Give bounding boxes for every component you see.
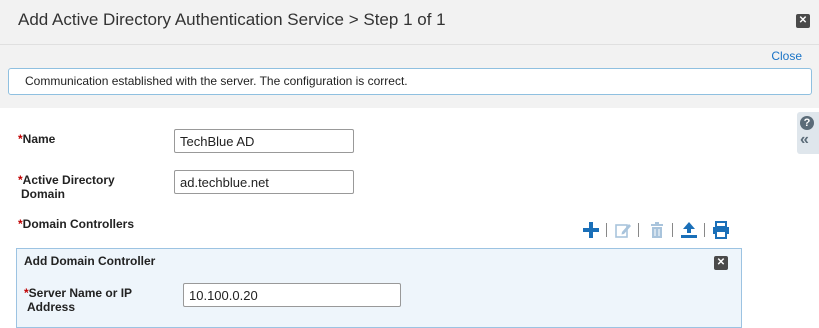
toolbar-separator <box>638 223 639 237</box>
domain-label-line1: Active Directory <box>22 173 115 187</box>
status-message-text: Communication established with the serve… <box>25 74 408 88</box>
message-area: Close Communication established with the… <box>0 45 819 108</box>
toolbar-separator <box>672 223 673 237</box>
status-message: Communication established with the serve… <box>8 68 812 95</box>
domain-controllers-label: *Domain Controllers <box>18 217 134 231</box>
server-label-line1: Server Name or IP <box>28 286 133 300</box>
side-help-tab: ? « <box>797 112 819 154</box>
toolbar-separator <box>606 223 607 237</box>
domain-label-line2: Domain <box>21 187 66 201</box>
upload-icon[interactable] <box>680 221 698 239</box>
add-domain-controller-panel: Add Domain Controller ✕ *Server Name or … <box>16 248 742 328</box>
collapse-icon[interactable]: « <box>800 132 816 149</box>
domain-label: *Active Directory Domain <box>18 173 115 201</box>
help-icon[interactable]: ? <box>800 116 814 130</box>
server-label: *Server Name or IP Address <box>24 286 132 314</box>
delete-icon[interactable] <box>648 221 666 239</box>
add-icon[interactable] <box>582 221 600 239</box>
name-input[interactable] <box>174 129 354 153</box>
server-input[interactable] <box>183 283 401 307</box>
edit-icon[interactable] <box>614 221 632 239</box>
close-link[interactable]: Close <box>771 49 802 63</box>
name-label: *Name <box>18 132 55 146</box>
name-label-text: Name <box>22 132 56 146</box>
dialog-close-icon[interactable]: ✕ <box>796 14 810 28</box>
panel-close-icon[interactable]: ✕ <box>714 256 728 270</box>
dialog-titlebar: Add Active Directory Authentication Serv… <box>0 0 819 45</box>
server-label-line2: Address <box>27 300 76 314</box>
domain-controllers-label-text: Domain Controllers <box>22 217 135 231</box>
toolbar-separator <box>704 223 705 237</box>
dialog-title: Add Active Directory Authentication Serv… <box>18 10 446 29</box>
panel-title: Add Domain Controller <box>24 254 156 268</box>
domain-input[interactable] <box>174 170 354 194</box>
print-icon[interactable] <box>712 221 730 239</box>
